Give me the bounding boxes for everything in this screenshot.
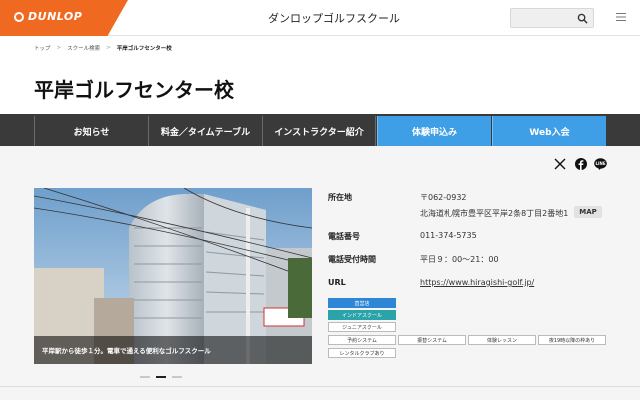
- breadcrumb-item-current: 平岸ゴルフセンター校: [116, 46, 172, 52]
- nav-item-label: 体験申込み: [411, 127, 457, 138]
- bottom-divider: [0, 386, 640, 387]
- nav-item-web-enrollment[interactable]: Web入会: [492, 116, 606, 146]
- tag-label: インドアスクール: [341, 312, 382, 319]
- search-icon[interactable]: [577, 13, 588, 24]
- breadcrumb-separator: >: [106, 45, 111, 51]
- facebook-icon[interactable]: [575, 158, 587, 170]
- tag-label: 予約システム: [347, 337, 377, 344]
- school-nav: お知らせ 料金／タイムテーブル インストラクター紹介 体験申込み Web入会: [0, 114, 640, 146]
- site-header: DUNLOP ダンロップゴルフスクール: [0, 0, 640, 36]
- tag-direct-store: 直営店: [328, 298, 396, 308]
- search-input[interactable]: [510, 8, 594, 28]
- slider-dot[interactable]: [172, 376, 182, 378]
- school-photo: 平岸駅から徒歩１分。電車で通える便利なゴルフスクール: [34, 188, 312, 364]
- tag-label: 振替システム: [417, 337, 447, 344]
- logo-text: DUNLOP: [28, 10, 83, 23]
- tag-trial-lesson: 体験レッスン: [468, 335, 536, 345]
- address-label: 所在地: [328, 193, 352, 202]
- breadcrumb-separator: >: [56, 45, 62, 51]
- hamburger-menu-icon[interactable]: [616, 12, 626, 22]
- nav-item-label: お知らせ: [73, 127, 110, 138]
- url-label: URL: [328, 278, 346, 287]
- nav-item-label: Web入会: [529, 127, 570, 138]
- tag-label: 体験レッスン: [486, 337, 517, 344]
- tag-transfer-system: 振替システム: [398, 335, 466, 345]
- school-url-link[interactable]: https://www.hiragishi-golf.jp/: [420, 278, 534, 287]
- map-button[interactable]: MAP: [574, 206, 602, 218]
- tag-reservation-system: 予約システム: [328, 335, 396, 345]
- nav-item-label: インストラクター紹介: [274, 127, 364, 138]
- tag-label: 夜19時以降の枠あり: [548, 337, 596, 344]
- dunlop-logo[interactable]: DUNLOP: [0, 0, 128, 36]
- tag-label: ジュニアスクール: [342, 324, 382, 331]
- page-title: 平岸ゴルフセンター校: [34, 78, 234, 102]
- address-value: 北海道札幌市豊平区平岸2条8丁目2番地1: [420, 209, 569, 218]
- tag-indoor-school: インドアスクール: [328, 310, 396, 320]
- tag-junior-school: ジュニアスクール: [328, 322, 396, 332]
- dunlop-logo-mark-icon: [14, 12, 24, 22]
- map-button-label: MAP: [579, 208, 597, 216]
- tag-after-19: 夜19時以降の枠あり: [538, 335, 606, 345]
- nav-item-trial-application[interactable]: 体験申込み: [377, 116, 491, 146]
- hours-value: 平日９：00～21：00: [420, 255, 499, 264]
- slider-dot[interactable]: [140, 376, 150, 378]
- breadcrumb-item-top[interactable]: トップ: [34, 44, 51, 52]
- tag-label: 直営店: [354, 300, 370, 307]
- line-icon[interactable]: LINE: [594, 158, 607, 170]
- hours-label: 電話受付時間: [328, 255, 376, 264]
- tag-rental-club: レンタルクラブあり: [328, 348, 396, 358]
- nav-item-news[interactable]: お知らせ: [34, 116, 148, 146]
- x-icon[interactable]: [554, 158, 566, 170]
- phone-value[interactable]: 011-374-5735: [420, 231, 477, 240]
- svg-text:LINE: LINE: [595, 161, 605, 166]
- photo-caption-bar: 平岸駅から徒歩１分。電車で通える便利なゴルフスクール: [34, 336, 312, 364]
- slider-dots: [140, 376, 182, 378]
- site-title[interactable]: ダンロップゴルフスクール: [268, 10, 400, 26]
- breadcrumb: トップ > スクール検索 > 平岸ゴルフセンター校: [34, 44, 172, 52]
- nav-item-instructors[interactable]: インストラクター紹介: [262, 116, 376, 146]
- breadcrumb-item-school-search[interactable]: スクール検索: [67, 44, 100, 52]
- nav-item-price-timetable[interactable]: 料金／タイムテーブル: [148, 116, 262, 146]
- photo-caption: 平岸駅から徒歩１分。電車で通える便利なゴルフスクール: [42, 347, 211, 355]
- slider-dot-active[interactable]: [156, 376, 166, 378]
- phone-label: 電話番号: [328, 232, 360, 241]
- postal-code: 〒062-0932: [420, 193, 467, 202]
- nav-item-label: 料金／タイムテーブル: [160, 127, 251, 138]
- tag-label: レンタルクラブあり: [339, 350, 385, 357]
